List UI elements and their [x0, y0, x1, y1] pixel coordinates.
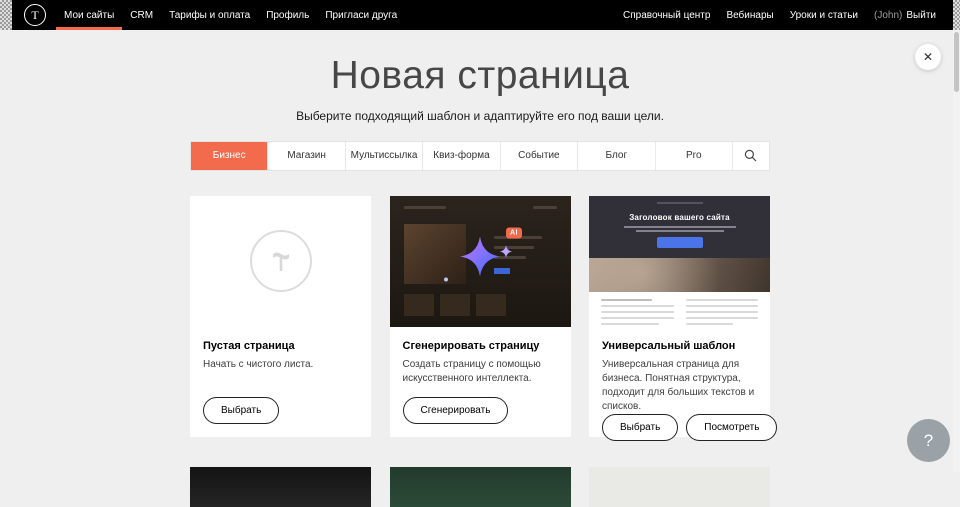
edge-pattern-right — [953, 0, 960, 30]
close-icon: ✕ — [923, 50, 933, 64]
choose-universal-button[interactable]: Выбрать — [602, 414, 678, 441]
preview-text-column — [686, 299, 759, 327]
topbar-spacer — [405, 0, 615, 30]
preview-decor — [636, 230, 724, 232]
preview-heading: Заголовок вашего сайта — [589, 196, 770, 222]
tilda-logo-letter: T — [31, 8, 38, 23]
nav-lessons[interactable]: Уроки и статьи — [782, 0, 866, 30]
template-card-partial[interactable] — [589, 467, 770, 507]
card-title: Сгенерировать страницу — [403, 340, 558, 352]
help-icon: ? — [924, 431, 933, 451]
choose-blank-button[interactable]: Выбрать — [203, 397, 279, 424]
blank-card-body: Пустая страница Начать с чистого листа. … — [190, 327, 371, 437]
topbar-left-menu: Мои сайты CRM Тарифы и оплата Профиль Пр… — [56, 0, 405, 30]
ai-card-body: Сгенерировать страницу Создать страницу … — [390, 327, 571, 437]
logout-label: Выйти — [906, 10, 936, 21]
preview-decor — [476, 294, 506, 316]
tab-blog[interactable]: Блог — [577, 142, 654, 170]
ai-preview: AI — [390, 196, 571, 327]
preview-decor — [404, 206, 446, 209]
preview-photo — [589, 258, 770, 292]
preview-decor — [657, 202, 703, 204]
tab-multilink[interactable]: Мультиссылка — [345, 142, 422, 170]
template-category-tabs: Бизнес Магазин Мультиссылка Квиз-форма С… — [190, 141, 770, 171]
preview-hero: Заголовок вашего сайта — [589, 196, 770, 258]
card-description: Универсальная страница для бизнеса. Поня… — [602, 358, 757, 414]
nav-webinars[interactable]: Вебинары — [718, 0, 781, 30]
ai-dot-sparkle — [444, 278, 448, 282]
preview-decor — [404, 294, 434, 316]
scrollbar-thumb[interactable] — [954, 32, 959, 92]
template-cards: Пустая страница Начать с чистого листа. … — [190, 196, 770, 437]
preview-text-column — [601, 299, 674, 327]
generate-button[interactable]: Сгенерировать — [403, 397, 509, 424]
template-cards-row-2 — [190, 467, 770, 507]
scrollbar[interactable] — [953, 30, 960, 472]
preview-cta-button — [657, 237, 703, 248]
template-card-ai: AI Сгенерировать страницу Создать страни… — [390, 196, 571, 437]
nav-logout[interactable]: (John) Выйти — [866, 0, 944, 30]
template-card-partial[interactable] — [190, 467, 371, 507]
template-card-partial[interactable] — [390, 467, 571, 507]
nav-invite-friend[interactable]: Пригласи друга — [317, 0, 405, 30]
topbar-right-menu: Справочный центр Вебинары Уроки и статьи… — [615, 0, 944, 30]
nav-tariffs[interactable]: Тарифы и оплата — [161, 0, 258, 30]
nav-help-center[interactable]: Справочный центр — [615, 0, 718, 30]
card-title: Пустая страница — [203, 340, 358, 352]
card-buttons: Выбрать Посмотреть — [602, 414, 757, 441]
universal-card-body: Универсальный шаблон Универсальная стран… — [589, 327, 770, 454]
template-card-universal: Заголовок вашего сайта Универсальный ша — [589, 196, 770, 437]
user-name: (John) — [874, 10, 902, 21]
card-description: Начать с чистого листа. — [203, 358, 358, 372]
close-button[interactable]: ✕ — [915, 44, 941, 70]
preview-decor — [624, 226, 736, 228]
blank-preview — [190, 196, 371, 327]
topbar: T Мои сайты CRM Тарифы и оплата Профиль … — [0, 0, 960, 30]
tilda-logo[interactable]: T — [24, 4, 46, 26]
tab-quiz-form[interactable]: Квиз-форма — [422, 142, 499, 170]
tab-pro[interactable]: Pro — [655, 142, 732, 170]
ai-sparkle-icon: AI — [458, 235, 502, 284]
preview-image-placeholder — [404, 224, 466, 284]
edge-pattern-left — [0, 0, 12, 30]
card-buttons: Сгенерировать — [403, 397, 558, 424]
preview-text-block — [589, 292, 770, 327]
tab-search[interactable] — [732, 142, 769, 170]
template-card-blank: Пустая страница Начать с чистого листа. … — [190, 196, 371, 437]
card-title: Универсальный шаблон — [602, 340, 757, 352]
tab-shop[interactable]: Магазин — [267, 142, 344, 170]
card-buttons: Выбрать — [203, 397, 358, 424]
ai-mini-sparkle-icon — [499, 245, 513, 259]
tab-business[interactable]: Бизнес — [191, 142, 267, 170]
help-button[interactable]: ? — [907, 419, 950, 462]
card-description: Создать страницу с помощью искусственног… — [403, 358, 558, 386]
tilda-watermark-icon — [250, 230, 312, 292]
nav-crm[interactable]: CRM — [122, 0, 161, 30]
page-subtitle: Выберите подходящий шаблон и адаптируйте… — [0, 109, 960, 123]
nav-profile[interactable]: Профиль — [258, 0, 317, 30]
universal-preview: Заголовок вашего сайта — [589, 196, 770, 327]
nav-my-sites[interactable]: Мои сайты — [56, 0, 122, 30]
preview-universal-button[interactable]: Посмотреть — [686, 414, 777, 441]
preview-decor — [533, 206, 557, 209]
ai-badge: AI — [506, 228, 522, 239]
tab-event[interactable]: Событие — [500, 142, 577, 170]
new-page-modal: Новая страница Выберите подходящий шабло… — [0, 0, 960, 507]
search-icon — [744, 149, 757, 162]
preview-decor — [440, 294, 470, 316]
page-title: Новая страница — [0, 54, 960, 98]
